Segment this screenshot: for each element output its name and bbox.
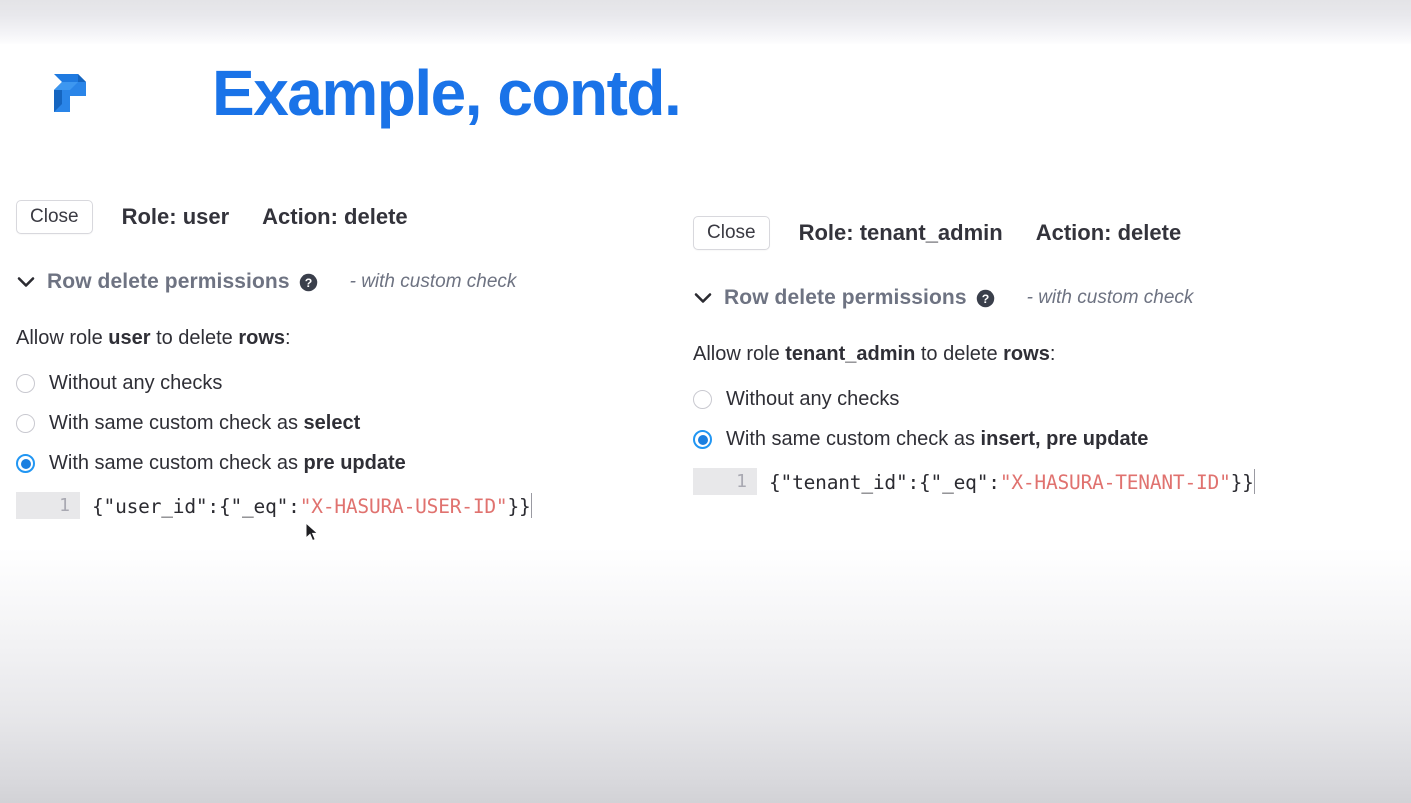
panel-header: Close Role: user Action: delete [16, 200, 532, 234]
action-label: Action: delete [1035, 220, 1182, 245]
row-delete-permissions-section-header[interactable]: Row delete permissions ? - with custom c… [16, 270, 532, 294]
code-line-number: 1 [16, 492, 80, 519]
radio-indicator[interactable] [693, 390, 712, 409]
text-caret [530, 493, 533, 518]
allow-prefix: Allow role [693, 343, 786, 365]
code-string-token: "X-HASURA-USER-ID" [299, 495, 508, 518]
permission-panel-user: Close Role: user Action: delete Row dele… [16, 200, 533, 519]
allow-role-name: tenant_admin [785, 343, 916, 365]
radio-label-text: With same custom check as [726, 428, 981, 450]
allow-object: rows [238, 327, 286, 349]
svg-text:?: ? [981, 291, 989, 305]
allow-prefix: Allow role [16, 327, 109, 349]
code-suffix: }} [1230, 471, 1254, 494]
radio-indicator-selected[interactable] [16, 454, 35, 473]
allow-role-name: user [108, 327, 151, 349]
radio-label-text: With same custom check as [49, 452, 304, 474]
custom-check-code-editor[interactable]: 1 {"user_id":{"_eq":"X-HASURA-USER-ID"}} [16, 492, 533, 519]
radio-label-bold: insert, pre update [980, 428, 1149, 450]
radio-label-bold: pre update [303, 452, 406, 474]
role-label: Role: user [121, 204, 230, 229]
code-line-number: 1 [693, 468, 757, 495]
chevron-down-icon[interactable] [16, 272, 36, 292]
slide-canvas: Example, contd. Close Role: user Action:… [0, 0, 1411, 803]
section-title: Row delete permissions [724, 286, 967, 309]
panel-header: Close Role: tenant_admin Action: delete [693, 216, 1255, 250]
hasura-logo-icon [44, 66, 90, 122]
radio-indicator[interactable] [16, 414, 35, 433]
row-delete-permissions-section-header[interactable]: Row delete permissions ? - with custom c… [693, 286, 1255, 310]
custom-check-code-editor[interactable]: 1 {"tenant_id":{"_eq":"X-HASURA-TENANT-I… [693, 468, 1256, 495]
radio-label-text: Without any checks [726, 388, 900, 410]
allow-suffix: : [1049, 343, 1056, 365]
permission-panel-tenant-admin: Close Role: tenant_admin Action: delete … [693, 216, 1256, 495]
radio-option-same-as-select[interactable]: With same custom check as select [16, 407, 532, 440]
allow-object: rows [1003, 343, 1050, 365]
code-content[interactable]: {"user_id":{"_eq":"X-HASURA-USER-ID"}} [80, 493, 533, 518]
allow-middle: to delete [915, 343, 1004, 365]
radio-indicator-selected[interactable] [693, 430, 712, 449]
code-content[interactable]: {"tenant_id":{"_eq":"X-HASURA-TENANT-ID"… [757, 469, 1256, 494]
radio-option-without-any-checks[interactable]: Without any checks [693, 383, 1255, 416]
permission-options-list: Without any checks With same custom chec… [693, 383, 1255, 456]
help-icon[interactable]: ? [299, 273, 318, 292]
section-note: - with custom check [349, 271, 517, 292]
radio-option-without-any-checks[interactable]: Without any checks [16, 367, 532, 400]
allow-suffix: : [285, 327, 291, 349]
allow-role-line: Allow role user to delete rows: [16, 327, 532, 350]
section-note: - with custom check [1026, 287, 1194, 308]
permission-options-list: Without any checks With same custom chec… [16, 367, 532, 480]
mouse-cursor-icon [305, 521, 321, 544]
code-suffix: }} [507, 495, 531, 518]
svg-text:?: ? [304, 275, 312, 289]
chevron-down-icon[interactable] [693, 288, 713, 308]
role-label: Role: tenant_admin [798, 220, 1003, 245]
radio-label-bold: select [303, 412, 361, 434]
help-icon[interactable]: ? [976, 289, 995, 308]
allow-middle: to delete [150, 327, 239, 349]
text-caret [1253, 469, 1256, 494]
radio-label-text: Without any checks [49, 372, 223, 394]
action-label: Action: delete [262, 204, 408, 229]
page-title: Example, contd. [212, 57, 682, 129]
radio-label-text: With same custom check as [49, 412, 304, 434]
close-button[interactable]: Close [693, 216, 770, 250]
code-prefix: {"user_id":{"_eq": [92, 495, 300, 518]
close-button[interactable]: Close [16, 200, 93, 234]
radio-option-same-as-pre-update[interactable]: With same custom check as pre update [16, 447, 532, 480]
code-string-token: "X-HASURA-TENANT-ID" [999, 471, 1231, 494]
allow-role-line: Allow role tenant_admin to delete rows: [693, 343, 1255, 366]
section-title: Row delete permissions [47, 270, 290, 293]
radio-indicator[interactable] [16, 374, 35, 393]
radio-option-same-as-insert-pre-update[interactable]: With same custom check as insert, pre up… [693, 423, 1255, 456]
code-prefix: {"tenant_id":{"_eq": [769, 471, 1000, 494]
